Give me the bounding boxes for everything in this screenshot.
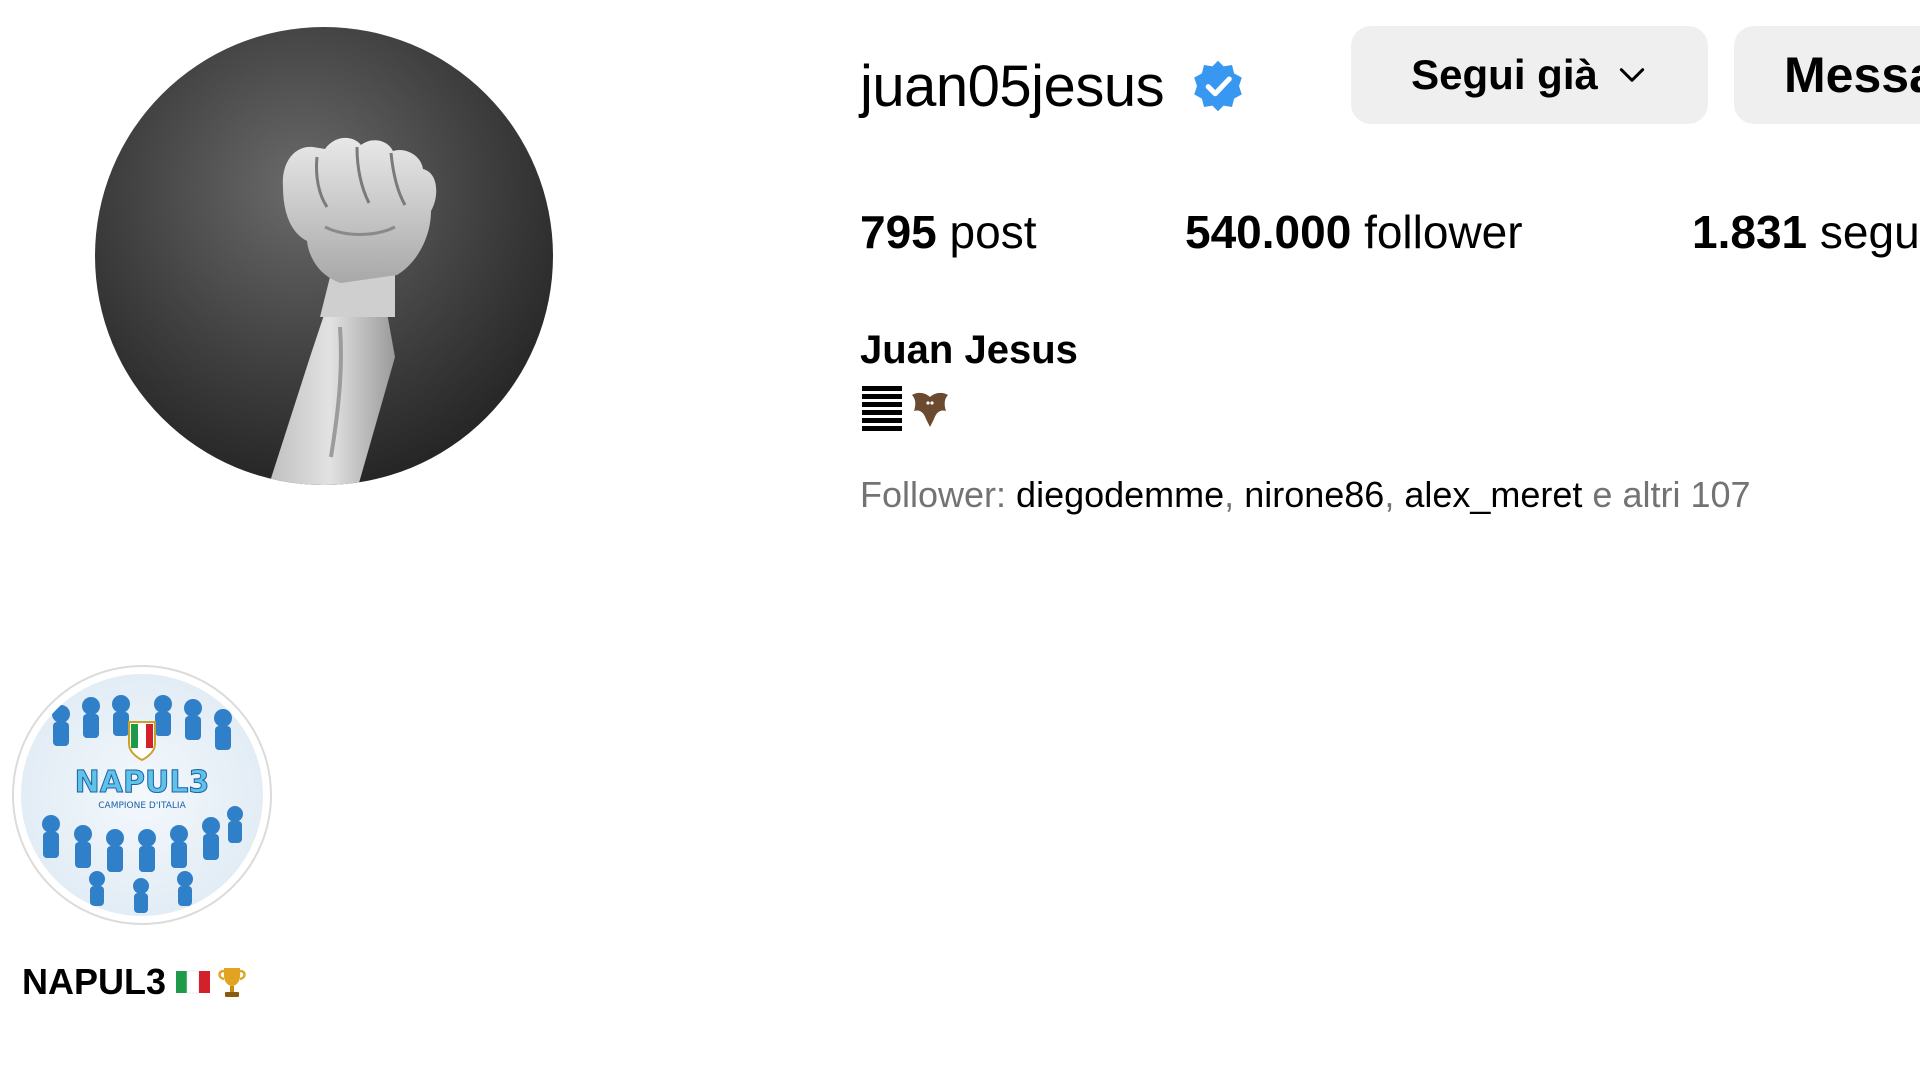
posts-count-value: 795 <box>860 206 937 258</box>
profile-bio <box>862 382 952 436</box>
following-dropdown-button[interactable]: Segui già <box>1351 26 1708 124</box>
profile-page: juan05jesus Segui già Messa 795 post 540… <box>0 0 1920 1080</box>
username[interactable]: juan05jesus <box>860 53 1165 120</box>
highlight-cover: NAPUL3 CAMPIONE D'ITALIA <box>21 674 263 916</box>
highlight-cover-subtitle: CAMPIONE D'ITALIA <box>98 801 186 811</box>
scudetto-icon <box>128 721 156 762</box>
followed-by-separator: , <box>1224 474 1245 515</box>
following-count-label: segu <box>1819 206 1920 258</box>
message-button-label: Messa <box>1784 47 1920 103</box>
followed-by[interactable]: Follower: diegodemme, nirone86, alex_mer… <box>860 474 1751 516</box>
highlight-title: NAPUL3 <box>22 961 167 1002</box>
profile-full-name: Juan Jesus <box>860 328 1078 372</box>
posts-count-label: post <box>949 206 1037 258</box>
followers-link[interactable]: 540.000 follower <box>1185 205 1523 259</box>
highlight-cover-title: NAPUL3 <box>75 765 210 800</box>
chevron-down-icon <box>1616 59 1648 91</box>
bat-icon <box>908 387 952 431</box>
followed-by-account[interactable]: alex_meret <box>1404 474 1582 515</box>
following-link[interactable]: 1.831 segu <box>1692 205 1920 259</box>
profile-avatar[interactable] <box>95 27 553 485</box>
followed-by-account[interactable]: diegodemme <box>1016 474 1224 515</box>
avatar-raised-fist-image <box>95 27 553 485</box>
profile-header: juan05jesus <box>860 36 1246 136</box>
trophy-icon <box>214 964 250 1000</box>
verified-badge-icon <box>1190 58 1246 114</box>
followers-count-label: follower <box>1364 206 1523 258</box>
followed-by-separator: , <box>1384 474 1405 515</box>
highlight-label: NAPUL3 <box>22 961 250 1002</box>
message-button[interactable]: Messa <box>1734 26 1920 124</box>
stripes-icon <box>862 384 902 434</box>
followed-by-account[interactable]: nirone86 <box>1244 474 1384 515</box>
followed-by-suffix: e altri 107 <box>1582 474 1751 515</box>
following-count-value: 1.831 <box>1692 206 1808 258</box>
napul3-cover-image: NAPUL3 CAMPIONE D'ITALIA <box>21 674 263 916</box>
following-button-label: Segui già <box>1411 51 1598 98</box>
followers-count-value: 540.000 <box>1185 206 1352 258</box>
story-highlight[interactable]: NAPUL3 CAMPIONE D'ITALIA <box>12 665 272 925</box>
italy-flag-icon <box>176 967 211 997</box>
followed-by-prefix: Follower: <box>860 474 1017 515</box>
posts-count: 795 post <box>860 205 1036 259</box>
